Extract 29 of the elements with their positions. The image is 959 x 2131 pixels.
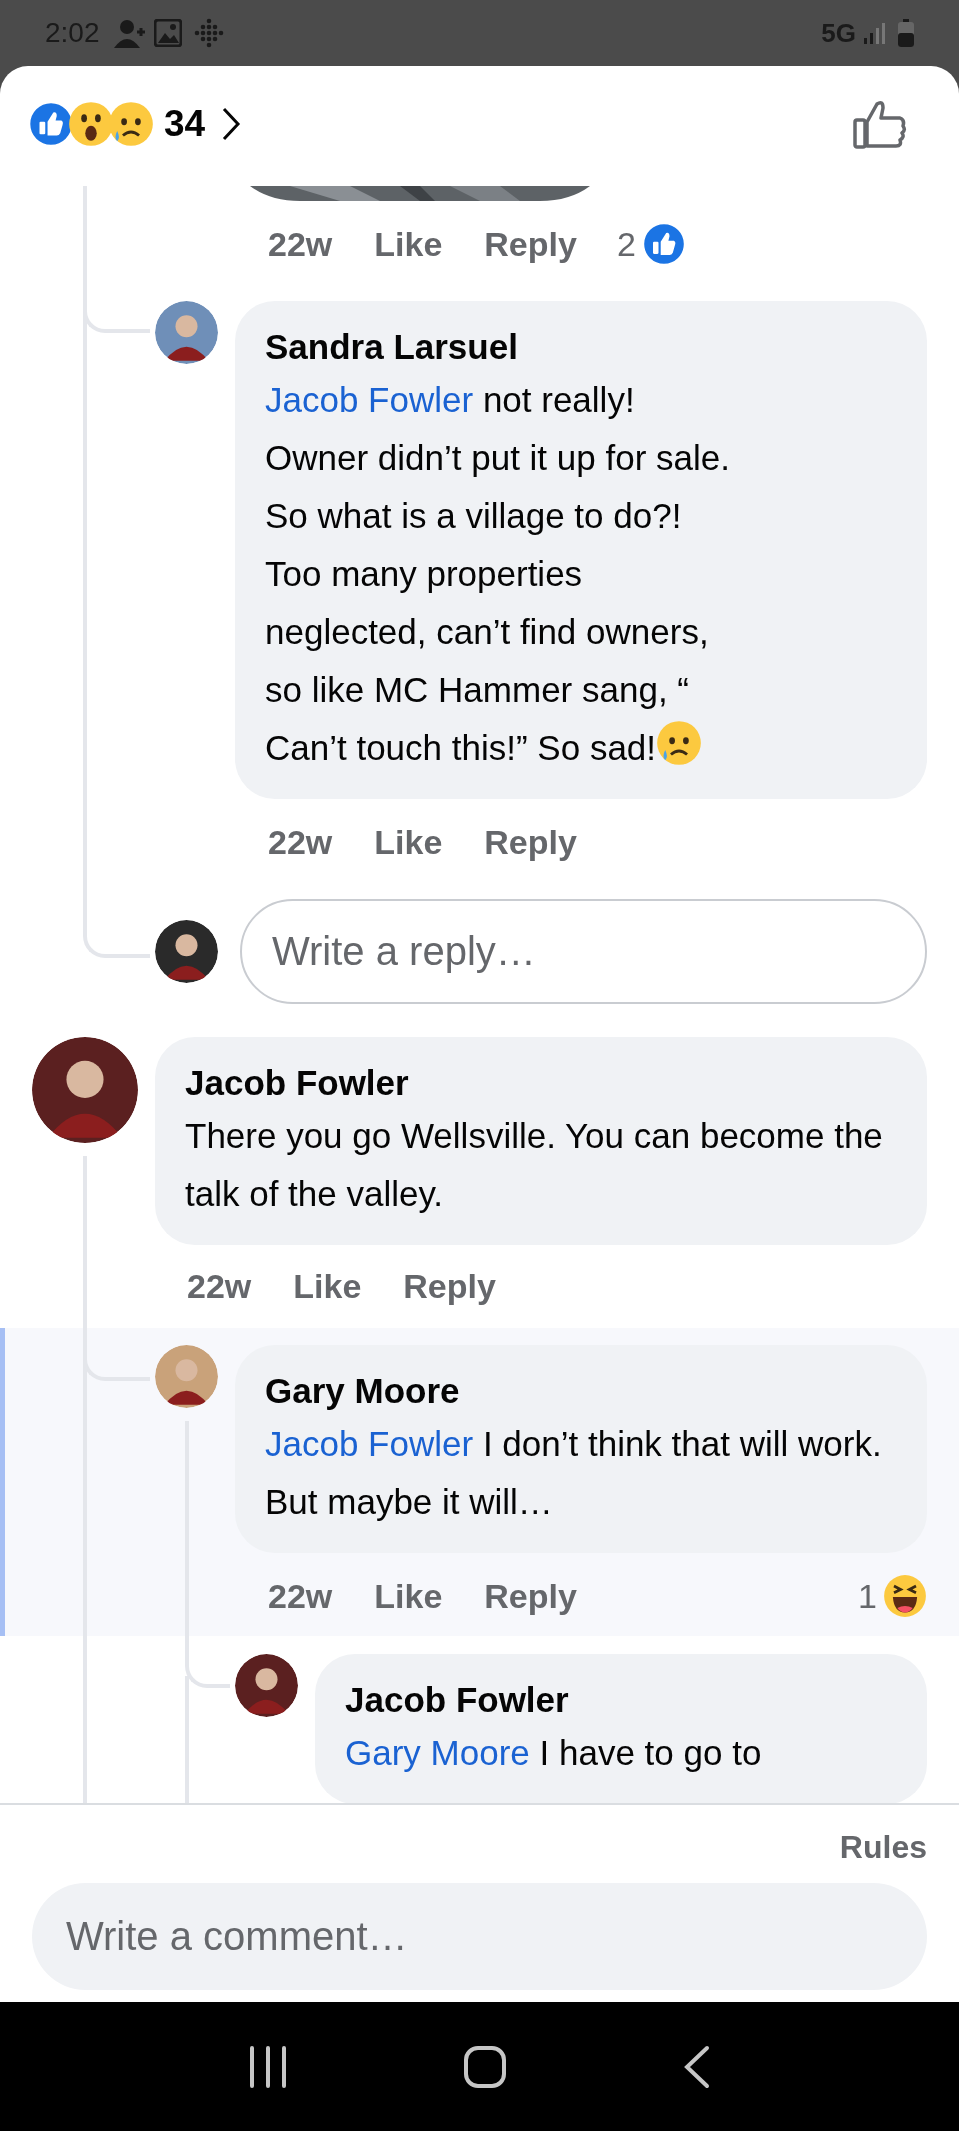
comment-author[interactable]: Jacob Fowler — [345, 1676, 897, 1724]
comment-time: 22w — [268, 1579, 333, 1613]
rules-link[interactable]: Rules — [839, 1831, 927, 1863]
reply-field[interactable]: Write a reply… — [240, 899, 927, 1004]
comment-time: 22w — [268, 825, 333, 859]
reply-button[interactable]: Reply — [484, 227, 577, 261]
comment-text: Gary Moore I have to go to — [345, 1732, 763, 1774]
reaction-count[interactable]: 34 — [164, 96, 206, 152]
like-button[interactable]: Like — [374, 825, 443, 859]
reaction-count: 1 — [858, 1579, 877, 1613]
comment-text: Jacob Fowler I don’t think that will work. But maybe it will… — [265, 1423, 883, 1523]
comment-field[interactable]: Write a comment… — [32, 1883, 927, 1990]
comment-text: There you go Wellsville. You can become the talk of the valley. — [185, 1115, 884, 1215]
reply-button[interactable]: Reply — [403, 1269, 496, 1303]
comment-author[interactable]: Gary Moore — [265, 1367, 897, 1415]
reaction-count: 2 — [616, 227, 636, 261]
comment-author[interactable]: Jacob Fowler — [185, 1059, 897, 1107]
reply-button[interactable]: Reply — [484, 825, 577, 859]
comment-time: 22w — [187, 1269, 252, 1303]
comment-time: 22w — [268, 227, 333, 261]
like-button[interactable]: Like — [374, 1579, 443, 1613]
comment-text: Jacob Fowler not really! Owner didn’t put it up for sale. So what is a village to do?! Too many properties neglected, can’t find owners, so like MC Hammer sang, “ Can’t touch this!” So sad! — [265, 379, 731, 769]
mention-link[interactable]: Gary Moore — [345, 1733, 530, 1772]
like-button[interactable]: Like — [374, 227, 443, 261]
like-button[interactable]: Like — [293, 1269, 362, 1303]
mention-link[interactable]: Jacob Fowler — [265, 380, 474, 419]
comment-author[interactable]: Sandra Larsuel — [265, 323, 897, 371]
mention-link[interactable]: Jacob Fowler — [265, 1424, 474, 1463]
reply-button[interactable]: Reply — [484, 1579, 577, 1613]
